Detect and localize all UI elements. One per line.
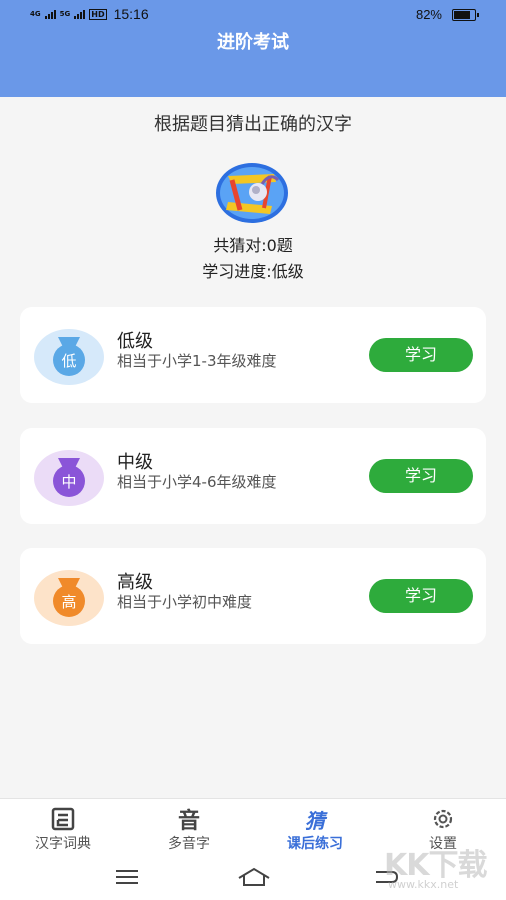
level-description: 相当于小学初中难度 [117, 593, 253, 611]
page-title: 进阶考试 [217, 32, 289, 53]
hd-badge: HD [89, 8, 107, 20]
medal-icon: 高 [34, 570, 104, 626]
network-4g-label: 4G [30, 9, 41, 18]
level-card-mid: 中 中级 相当于小学4-6年级难度 学习 [20, 428, 486, 524]
svg-text:音: 音 [178, 808, 200, 831]
tab-dictionary[interactable]: 汉字词典 [0, 799, 126, 855]
medal-label: 高 [61, 593, 76, 611]
level-card-low: 低 低级 相当于小学1-3年级难度 学习 [20, 307, 486, 403]
dictionary-icon [51, 807, 75, 831]
tab-polyphonic[interactable]: 音 多音字 [126, 799, 252, 855]
tab-label: 汉字词典 [35, 836, 91, 852]
study-button-mid[interactable]: 学习 [369, 459, 473, 493]
medal-label: 中 [61, 473, 76, 491]
medal-icon: 低 [34, 329, 104, 385]
sound-char-icon: 音 [178, 808, 200, 831]
medal-icon: 中 [34, 450, 104, 506]
study-button-low[interactable]: 学习 [369, 338, 473, 372]
tab-label: 课后练习 [287, 836, 343, 852]
status-bar: 4G 5G HD 15:16 82% [0, 0, 506, 30]
watermark-logo: KK下载 www.kkx.net [370, 840, 498, 900]
signal-icon [74, 9, 86, 19]
home-icon[interactable] [236, 866, 272, 888]
study-button-high[interactable]: 学习 [369, 579, 473, 613]
battery-icon [452, 8, 479, 21]
menu-icon[interactable] [114, 868, 140, 886]
guess-icon: 猜 [305, 809, 328, 831]
game-emblem-icon [216, 163, 288, 223]
battery-percent: 82% [415, 7, 442, 22]
network-5g-label: 5G [59, 9, 71, 18]
svg-text:猜: 猜 [305, 809, 328, 831]
watermark-url: www.kkx.net [388, 878, 459, 891]
level-card-high: 高 高级 相当于小学初中难度 学习 [20, 548, 486, 644]
clock: 15:16 [113, 6, 149, 22]
learning-progress: 学习进度:低级 [202, 262, 304, 281]
tab-label: 多音字 [168, 836, 210, 852]
instruction-text: 根据题目猜出正确的汉字 [154, 114, 352, 135]
tab-practice[interactable]: 猜 课后练习 [252, 799, 378, 855]
header-bar: 4G 5G HD 15:16 82% 进阶考试 [0, 0, 506, 97]
gear-icon [433, 809, 453, 829]
signal-icon [44, 9, 56, 19]
medal-label: 低 [61, 352, 76, 370]
level-description: 相当于小学1-3年级难度 [117, 352, 277, 370]
level-description: 相当于小学4-6年级难度 [117, 473, 277, 491]
correct-count: 共猜对:0题 [213, 236, 293, 255]
